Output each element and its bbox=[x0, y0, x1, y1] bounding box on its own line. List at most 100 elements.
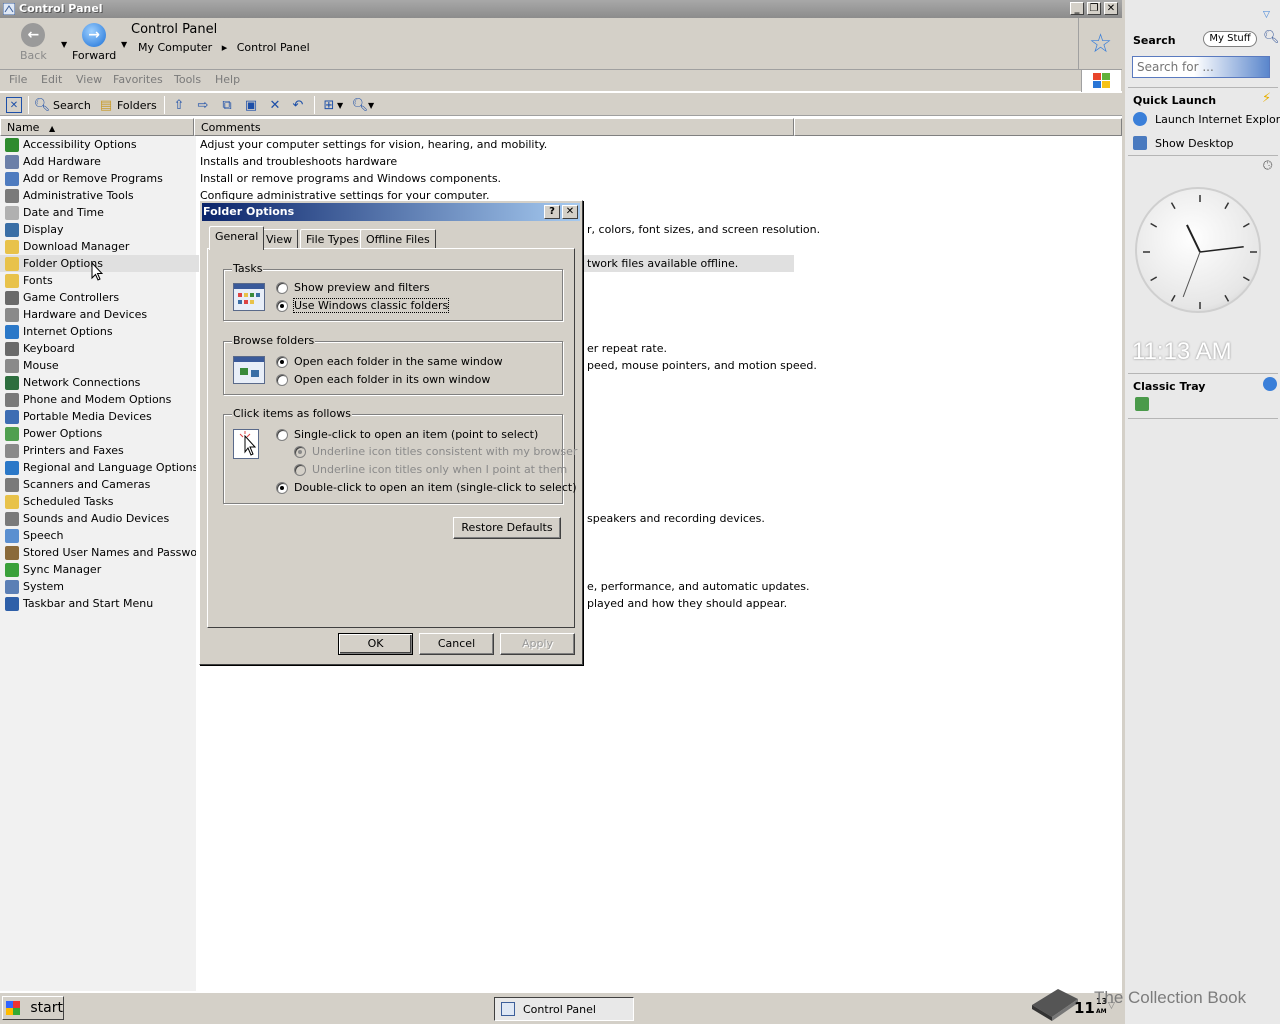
favorites-star-icon[interactable]: ☆ bbox=[1078, 18, 1122, 70]
close-pane-button[interactable]: ✕ bbox=[6, 97, 22, 113]
delete-button[interactable]: ✕ bbox=[267, 97, 283, 113]
list-item[interactable]: Stored User Names and Passwords bbox=[5, 544, 214, 561]
list-item[interactable]: Download Manager bbox=[5, 238, 129, 255]
views-button[interactable]: ⊞ ▼ bbox=[321, 97, 344, 113]
list-item[interactable]: Power Options bbox=[5, 425, 102, 442]
ql-launch-ie[interactable]: Launch Internet Explore bbox=[1133, 112, 1280, 126]
menu-view[interactable]: View bbox=[76, 73, 102, 86]
control-panel-icon bbox=[3, 3, 15, 15]
classic-folders-radio[interactable]: Use Windows classic folders bbox=[276, 298, 450, 313]
list-item[interactable]: Keyboard bbox=[5, 340, 75, 357]
list-item[interactable]: Portable Media Devices bbox=[5, 408, 152, 425]
copy-to-button[interactable]: ⧉ bbox=[219, 97, 235, 113]
menu-favorites[interactable]: Favorites bbox=[113, 73, 163, 86]
taskbar-item-control-panel[interactable]: Control Panel bbox=[494, 997, 634, 1021]
list-item[interactable]: Game Controllers bbox=[5, 289, 119, 306]
double-click-radio[interactable]: Double-click to open an item (single-cli… bbox=[276, 481, 576, 494]
menu-help[interactable]: Help bbox=[215, 73, 240, 86]
tab-offline-files[interactable]: Offline Files bbox=[360, 229, 436, 249]
list-item[interactable]: Add Hardware bbox=[5, 153, 101, 170]
window-titlebar[interactable]: Control Panel _ ❐ ✕ bbox=[0, 0, 1122, 18]
ok-button[interactable]: OK bbox=[338, 633, 413, 655]
dialog-help-button[interactable]: ? bbox=[544, 205, 560, 219]
list-item[interactable]: Scanners and Cameras bbox=[5, 476, 150, 493]
item-icon bbox=[5, 205, 19, 220]
single-click-radio[interactable]: Single-click to open an item (point to s… bbox=[276, 428, 538, 441]
tab-general[interactable]: General bbox=[209, 226, 265, 250]
own-window-radio[interactable]: Open each folder in its own window bbox=[276, 373, 490, 386]
tray-clock[interactable]: 11 13 AM bbox=[1074, 997, 1107, 1017]
dialog-close-button[interactable]: ✕ bbox=[562, 205, 578, 219]
my-stuff-button[interactable]: My Stuff bbox=[1203, 31, 1257, 47]
list-item[interactable]: Fonts bbox=[5, 272, 53, 289]
menu-file[interactable]: File bbox=[9, 73, 27, 86]
list-item[interactable]: Taskbar and Start Menu bbox=[5, 595, 153, 612]
clock-tick bbox=[1150, 276, 1158, 282]
list-item[interactable]: System bbox=[5, 578, 64, 595]
list-item[interactable]: Administrative Tools bbox=[5, 187, 134, 204]
tab-view[interactable]: View bbox=[260, 229, 299, 249]
dialog-titlebar[interactable]: Folder Options ? ✕ bbox=[202, 203, 580, 221]
item-label: Add or Remove Programs bbox=[23, 172, 163, 185]
forward-button[interactable]: → Forward bbox=[72, 23, 116, 62]
list-item[interactable]: Network Connections bbox=[5, 374, 140, 391]
sidebar-collapse-icon[interactable]: ▽ bbox=[1263, 10, 1270, 20]
list-item[interactable]: Hardware and Devices bbox=[5, 306, 147, 323]
properties-button[interactable]: ▣ bbox=[243, 97, 259, 113]
clock-gadget-icon[interactable]: 🕓︎ bbox=[1263, 158, 1273, 173]
start-button[interactable]: start bbox=[2, 996, 64, 1020]
list-item[interactable]: Regional and Language Options bbox=[5, 459, 198, 476]
list-item[interactable]: Printers and Faxes bbox=[5, 442, 124, 459]
list-item[interactable]: Internet Options bbox=[5, 323, 113, 340]
cancel-button[interactable]: Cancel bbox=[419, 633, 494, 655]
item-label: Download Manager bbox=[23, 240, 130, 253]
back-dropdown-icon[interactable]: ▼ bbox=[61, 40, 67, 49]
minimize-button[interactable]: _ bbox=[1070, 2, 1084, 15]
underline-point-radio[interactable]: Underline icon titles only when I point … bbox=[294, 463, 567, 476]
breadcrumb-item[interactable]: My Computer bbox=[138, 41, 212, 54]
tray-network-icon[interactable] bbox=[1135, 397, 1149, 411]
item-label: Accessibility Options bbox=[23, 138, 137, 151]
list-item[interactable]: Speech bbox=[5, 527, 64, 544]
same-window-radio[interactable]: Open each folder in the same window bbox=[276, 355, 503, 368]
list-item[interactable]: Add or Remove Programs bbox=[5, 170, 163, 187]
sidebar-search-input[interactable] bbox=[1132, 56, 1270, 78]
sidebar-search-title: Search bbox=[1133, 34, 1176, 47]
list-item[interactable]: Sounds and Audio Devices bbox=[5, 510, 169, 527]
list-item[interactable]: Display bbox=[5, 221, 64, 238]
sort-ascending-icon: ▲ bbox=[48, 124, 56, 133]
apply-button[interactable]: Apply bbox=[500, 633, 575, 655]
item-icon bbox=[5, 443, 19, 458]
list-item[interactable]: Date and Time bbox=[5, 204, 104, 221]
list-item[interactable]: Sync Manager bbox=[5, 561, 101, 578]
underline-browser-radio[interactable]: Underline icon titles consistent with my… bbox=[294, 445, 577, 458]
show-preview-radio[interactable]: Show preview and filters bbox=[276, 281, 430, 294]
zoom-button[interactable]: 🔍︎ ▼ bbox=[352, 97, 374, 113]
show-desktop-icon bbox=[1133, 136, 1147, 150]
forward-dropdown-icon[interactable]: ▼ bbox=[121, 40, 127, 49]
list-item[interactable]: Accessibility Options bbox=[5, 136, 137, 153]
move-to-button[interactable]: ⇨ bbox=[195, 97, 211, 113]
close-button[interactable]: ✕ bbox=[1104, 2, 1118, 15]
list-item[interactable]: Mouse bbox=[5, 357, 59, 374]
list-item[interactable]: Scheduled Tasks bbox=[5, 493, 114, 510]
breadcrumb-item[interactable]: Control Panel bbox=[237, 41, 310, 54]
undo-button[interactable]: ↶ bbox=[290, 97, 306, 113]
up-button[interactable]: ⇧ bbox=[171, 97, 187, 113]
tab-file-types[interactable]: File Types bbox=[300, 229, 365, 249]
column-comments[interactable]: Comments bbox=[194, 118, 794, 136]
restore-defaults-button[interactable]: Restore Defaults bbox=[453, 517, 561, 539]
search-button[interactable]: 🔍︎ Search bbox=[34, 97, 91, 113]
list-item[interactable]: Phone and Modem Options bbox=[5, 391, 171, 408]
menu-edit[interactable]: Edit bbox=[41, 73, 62, 86]
column-comments-label: Comments bbox=[201, 121, 261, 134]
tasks-group-title: Tasks bbox=[232, 262, 264, 275]
maximize-button[interactable]: ❐ bbox=[1087, 2, 1101, 15]
classic-tray-icon[interactable] bbox=[1263, 377, 1277, 391]
menu-tools[interactable]: Tools bbox=[174, 73, 201, 86]
ql-show-desktop[interactable]: Show Desktop bbox=[1133, 136, 1234, 150]
back-button[interactable]: ← Back bbox=[20, 23, 47, 62]
sidebar-search-icon[interactable]: 🔍︎ bbox=[1263, 30, 1280, 45]
folders-button[interactable]: ▤ Folders bbox=[98, 97, 157, 113]
column-name[interactable]: Name ▲ bbox=[0, 118, 194, 136]
